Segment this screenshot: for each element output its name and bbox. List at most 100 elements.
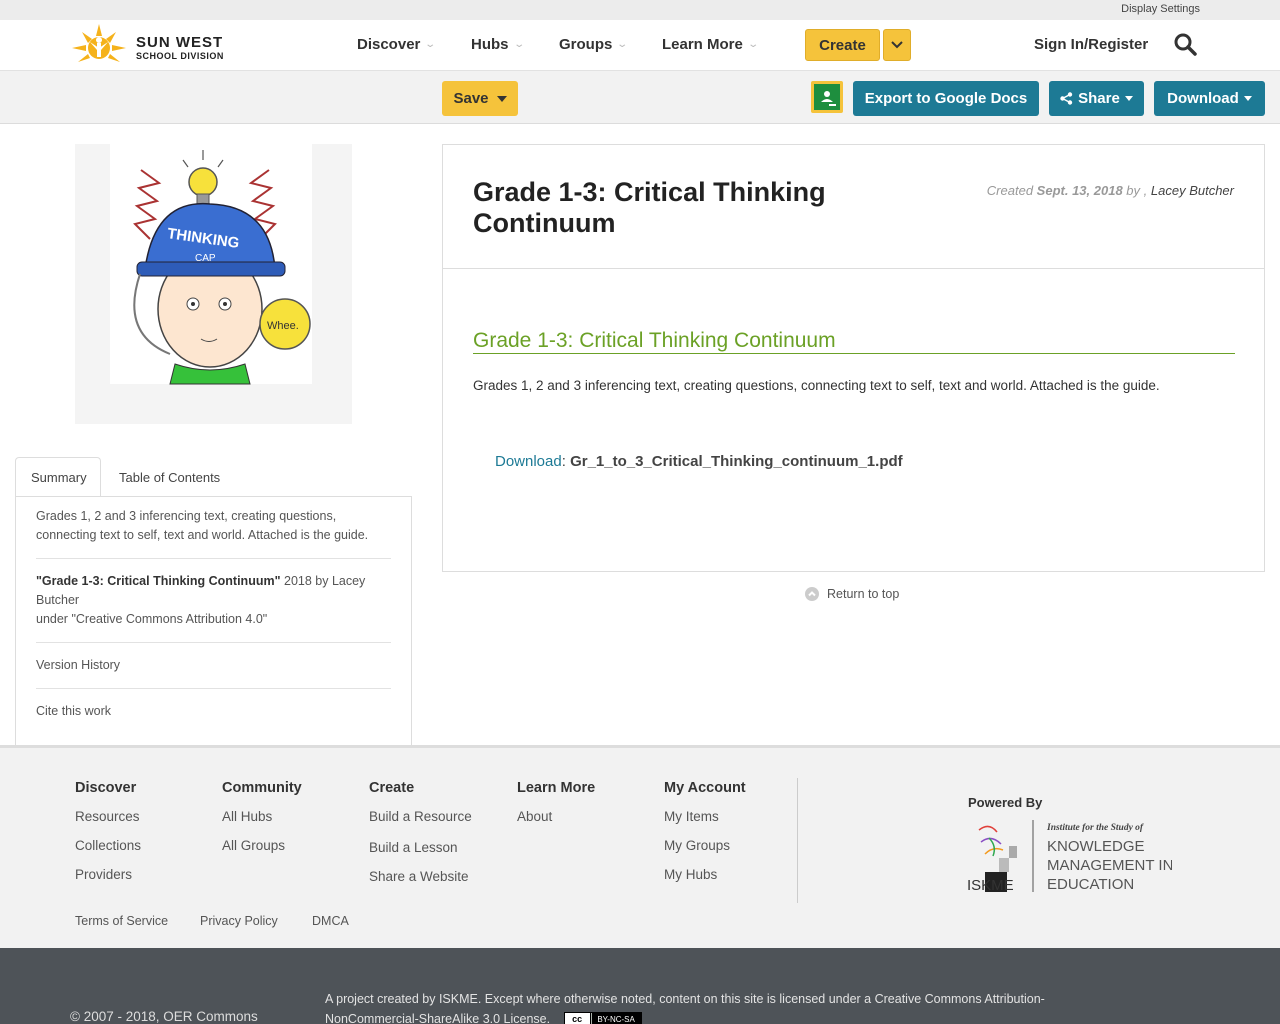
site-header: SUN WEST SCHOOL DIVISION Discover ⌄ Hubs… [0, 20, 1280, 70]
footer-heading: Create [369, 780, 415, 796]
return-to-top-link[interactable]: Return to top [805, 587, 899, 601]
divider [36, 688, 391, 689]
chevron-down-icon: ⌄ [616, 39, 629, 50]
sun-west-logo[interactable]: SUN WEST SCHOOL DIVISION [70, 22, 240, 68]
footer-link-share-website[interactable]: Share a Website [369, 869, 472, 888]
iskme-management-line: MANAGEMENT IN [1047, 857, 1172, 874]
footer-heading: Learn More [517, 780, 596, 796]
attribution-block: "Grade 1-3: Critical Thinking Continuum"… [36, 572, 391, 629]
nav-hubs-label: Hubs [471, 36, 509, 53]
version-history-link[interactable]: Version History [36, 656, 391, 675]
save-button[interactable]: Save [442, 81, 518, 116]
share-button-label: Share [1078, 90, 1120, 107]
footer-divider [797, 778, 798, 903]
footer-link-about[interactable]: About [517, 809, 595, 828]
summary-panel: Grades 1, 2 and 3 inferencing text, crea… [15, 496, 412, 745]
create-dropdown-button[interactable] [883, 29, 911, 61]
nav-discover[interactable]: Discover ⌄ [357, 36, 437, 53]
top-strip: Display Settings [0, 0, 1280, 20]
footer-col-community: Community All Hubs All Groups [222, 780, 302, 867]
footer-link-my-groups[interactable]: My Groups [664, 838, 746, 857]
nav-groups-label: Groups [559, 36, 613, 53]
created-by: by , [1126, 183, 1148, 198]
iskme-knowledge-line: KNOWLEDGE [1047, 838, 1145, 855]
site-footer: Discover Resources Collections Providers… [0, 745, 1280, 948]
created-date: Sept. 13, 2018 [1036, 183, 1123, 198]
footer-link-build-resource[interactable]: Build a Resource [369, 809, 472, 828]
iskme-education-line: EDUCATION [1047, 876, 1134, 893]
footer-link-resources[interactable]: Resources [75, 809, 141, 828]
footer-heading: My Account [664, 780, 746, 796]
resource-description: Grades 1, 2 and 3 inferencing text, crea… [473, 378, 1160, 393]
author-link[interactable]: Lacey Butcher [1151, 183, 1234, 198]
search-icon[interactable] [1173, 32, 1197, 56]
resource-toolbar: Save Export to Google Docs Share Downloa… [0, 70, 1280, 124]
dmca-link[interactable]: DMCA [312, 914, 349, 928]
logo-subtitle: SCHOOL DIVISION [136, 51, 224, 61]
download-button[interactable]: Download [1154, 81, 1265, 116]
chevron-down-icon: ⌄ [512, 39, 525, 50]
footer-col-learn-more: Learn More About [517, 780, 595, 838]
signin-register-link[interactable]: Sign In/Register [1034, 36, 1148, 53]
footer-link-collections[interactable]: Collections [75, 838, 141, 857]
footer-link-providers[interactable]: Providers [75, 867, 141, 886]
create-button[interactable]: Create [805, 29, 880, 61]
caret-down-icon [1124, 96, 1133, 101]
return-to-top-label: Return to top [827, 587, 900, 601]
tab-table-of-contents[interactable]: Table of Contents [104, 457, 235, 497]
footer-heading: Discover [75, 780, 137, 796]
download-link[interactable]: Download [495, 453, 562, 470]
nav-groups[interactable]: Groups ⌄ [559, 36, 629, 53]
resource-card: Grade 1-3: Critical Thinking Continuum C… [442, 144, 1265, 572]
nav-learn-more-label: Learn More [662, 36, 743, 53]
sun-logo-icon [72, 24, 126, 62]
iskme-logo[interactable]: ISKME Institute for the Study of KNOWLED… [967, 820, 1173, 896]
download-button-label: Download [1167, 90, 1239, 107]
export-google-docs-button[interactable]: Export to Google Docs [853, 81, 1039, 116]
chevron-down-icon: ⌄ [424, 39, 437, 50]
chevron-down-icon [891, 41, 903, 49]
classroom-person-icon [821, 91, 836, 106]
privacy-policy-link[interactable]: Privacy Policy [200, 914, 278, 928]
attribution-license: under "Creative Commons Attribution 4.0" [36, 612, 268, 626]
footer-link-all-hubs[interactable]: All Hubs [222, 809, 302, 828]
google-classroom-icon[interactable] [811, 81, 843, 113]
display-settings-link[interactable]: Display Settings [1121, 3, 1200, 15]
powered-by-label: Powered By [968, 795, 1043, 810]
footer-link-all-groups[interactable]: All Groups [222, 838, 302, 857]
download-filename[interactable]: Gr_1_to_3_Critical_Thinking_continuum_1.… [570, 453, 903, 470]
divider [36, 558, 391, 559]
footer-link-my-hubs[interactable]: My Hubs [664, 867, 746, 886]
footer-col-my-account: My Account My Items My Groups My Hubs [664, 780, 746, 896]
cap-subtext: CAP [195, 253, 216, 264]
cc-license-type: BY-NC-SA [591, 1013, 641, 1024]
cite-work-link[interactable]: Cite this work [36, 702, 391, 721]
summary-text: Grades 1, 2 and 3 inferencing text, crea… [36, 509, 369, 542]
tab-summary[interactable]: Summary [15, 457, 101, 497]
sidebar-tabs: Summary Table of Contents [15, 457, 412, 497]
created-prefix: Created [986, 183, 1034, 198]
footer-col-discover: Discover Resources Collections Providers [75, 780, 141, 896]
footer-link-my-items[interactable]: My Items [664, 809, 746, 828]
terms-of-service-link[interactable]: Terms of Service [75, 914, 168, 928]
caret-down-icon [496, 95, 507, 102]
footer-heading: Community [222, 780, 302, 796]
cc-license-badge[interactable]: cc BY-NC-SA [563, 1012, 642, 1024]
nav-hubs[interactable]: Hubs ⌄ [471, 36, 525, 53]
footer-link-build-lesson[interactable]: Build a Lesson [369, 840, 472, 859]
section-underline [473, 353, 1235, 354]
copyright-text: © 2007 - 2018, OER Commons [70, 1009, 258, 1024]
download-attachment: Download: Gr_1_to_3_Critical_Thinking_co… [495, 453, 903, 470]
created-info: Created Sept. 13, 2018 by , Lacey Butche… [987, 183, 1234, 198]
resource-thumbnail: THINKING CAP Whee. [75, 144, 352, 424]
resource-title: Grade 1-3: Critical Thinking Continuum [473, 177, 826, 238]
nav-learn-more[interactable]: Learn More ⌄ [662, 36, 759, 53]
thinking-cap-illustration: THINKING CAP Whee. [110, 144, 312, 385]
iskme-institute-line: Institute for the Study of [1046, 823, 1144, 833]
logo-title: SUN WEST [136, 34, 224, 51]
bubble-text: Whee. [267, 320, 299, 332]
caret-down-icon [1243, 96, 1252, 101]
divider [443, 268, 1264, 269]
footer-col-create: Create Build a Resource Build a Lesson S… [369, 780, 472, 898]
share-button[interactable]: Share [1049, 81, 1144, 116]
